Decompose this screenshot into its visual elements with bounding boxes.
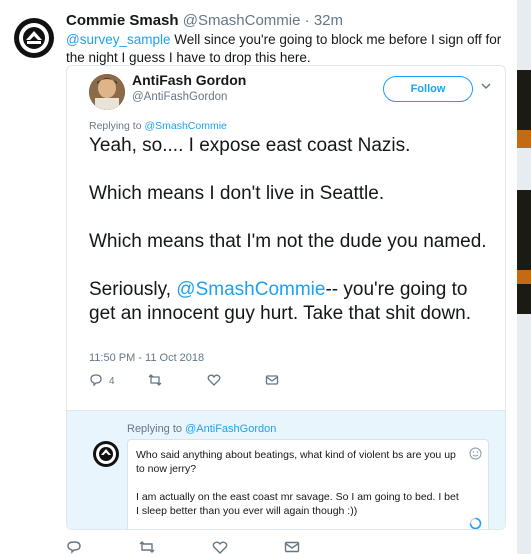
quoted-tweet[interactable]: AntiFash Gordon @AntiFashGordon Follow R… (66, 65, 506, 530)
message-button[interactable] (265, 372, 279, 390)
quoted-paragraph: Which means I don't live in Seattle. (89, 183, 385, 204)
replying-label: Replying to (89, 120, 145, 132)
quoted-paragraph: Which means that I'm not the dude you na… (89, 231, 487, 252)
username[interactable]: @SmashCommie (183, 12, 301, 29)
retweet-button[interactable] (147, 372, 163, 390)
replying-mention[interactable]: @SmashCommie (144, 120, 226, 132)
reply-replying-mention[interactable]: @AntiFashGordon (185, 423, 276, 435)
reply-icon[interactable] (66, 540, 82, 554)
quoted-avatar[interactable] (89, 74, 125, 110)
reply-replying-to: Replying to @AntiFashGordon (127, 423, 276, 435)
quoted-actions: 4 (89, 372, 349, 392)
avatar[interactable] (14, 18, 54, 58)
background-strip (517, 0, 531, 554)
quoted-paragraph: Seriously, @SmashCommie-- you're going t… (89, 278, 499, 326)
mention-link[interactable]: @SmashCommie (176, 279, 325, 300)
emoji-icon[interactable] (469, 447, 482, 460)
tweet-text: @survey_sample Well since you're going t… (66, 31, 506, 67)
reply-input[interactable]: Who said anything about beatings, what k… (127, 439, 489, 529)
replying-to: Replying to @SmashCommie (89, 120, 227, 132)
message-icon[interactable] (284, 540, 300, 554)
composer-avatar (93, 441, 119, 467)
reply-icon (89, 373, 103, 390)
message-icon (265, 373, 279, 390)
chevron-down-icon[interactable] (479, 79, 493, 93)
like-icon[interactable] (212, 540, 228, 554)
quoted-date[interactable]: 11:50 PM - 11 Oct 2018 (89, 352, 204, 364)
quoted-display-name[interactable]: AntiFash Gordon (132, 72, 246, 88)
reply-button[interactable]: 4 (89, 372, 115, 390)
tweet-actions (66, 538, 326, 554)
reply-draft-text[interactable]: Who said anything about beatings, what k… (136, 448, 462, 518)
reply-composer: Replying to @AntiFashGordon Who said any… (67, 410, 505, 529)
mention-link[interactable]: @survey_sample (66, 32, 171, 47)
like-button[interactable] (207, 372, 221, 390)
quoted-username[interactable]: @AntiFashGordon (132, 91, 227, 103)
quoted-text: Yeah, so.... I expose east coast Nazis. … (89, 134, 499, 350)
retweet-icon[interactable] (138, 540, 156, 554)
reply-count: 4 (109, 375, 115, 387)
progress-icon (469, 517, 482, 529)
tweet-header: Commie Smash @SmashCommie · 32m (66, 12, 343, 29)
quoted-text-part: Seriously, (89, 279, 177, 300)
retweet-icon (147, 373, 163, 390)
timestamp[interactable]: 32m (314, 12, 343, 29)
tweet[interactable]: Commie Smash @SmashCommie · 32m @survey_… (0, 0, 517, 554)
quoted-paragraph: Yeah, so.... I expose east coast Nazis. (89, 135, 411, 156)
separator: · (304, 12, 310, 29)
display-name[interactable]: Commie Smash (66, 12, 179, 29)
follow-button[interactable]: Follow (383, 76, 473, 102)
reply-replying-label: Replying to (127, 423, 186, 435)
like-icon (207, 373, 221, 390)
